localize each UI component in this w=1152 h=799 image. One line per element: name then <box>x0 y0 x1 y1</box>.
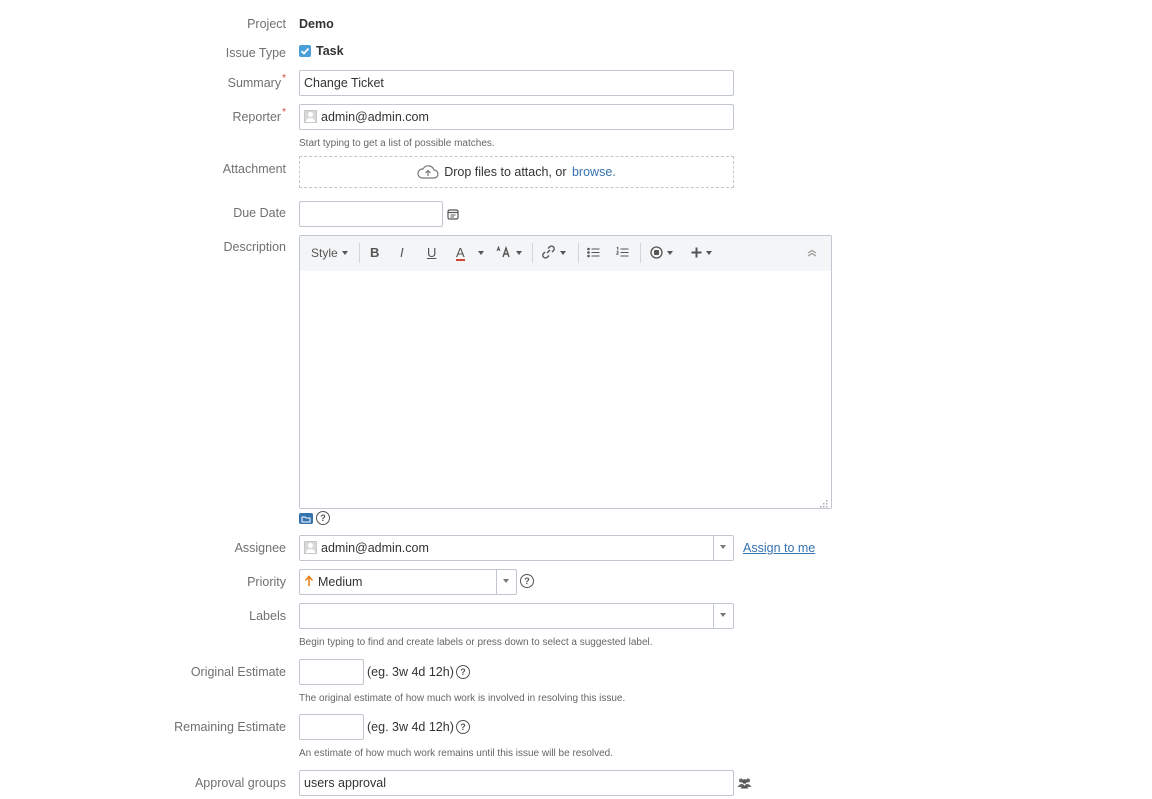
editor-toolbar: Style B I U A <box>300 236 831 272</box>
emoticon-icon <box>650 238 663 259</box>
original-estimate-help-icon[interactable]: ? <box>456 665 470 679</box>
assignee-select[interactable]: admin@admin.com <box>299 535 734 561</box>
style-dropdown[interactable]: Style <box>311 236 348 270</box>
labels-label: Labels <box>249 609 286 623</box>
remaining-estimate-help: An estimate of how much work remains unt… <box>299 748 614 759</box>
priority-value: Medium <box>318 575 363 589</box>
wiki-renderer-icon[interactable] <box>299 513 313 524</box>
remaining-estimate-hint: (eg. 3w 4d 12h) <box>367 720 454 734</box>
numbered-list-icon <box>615 237 629 257</box>
original-estimate-help: The original estimate of how much work i… <box>299 693 626 704</box>
assign-to-me-link[interactable]: Assign to me <box>743 541 815 555</box>
approval-groups-label: Approval groups <box>194 776 286 790</box>
labels-dropdown-icon[interactable] <box>713 604 733 628</box>
reporter-avatar <box>304 110 317 123</box>
description-help-icon[interactable]: ? <box>316 511 330 525</box>
insert-more-button[interactable] <box>691 236 712 270</box>
description-textarea[interactable] <box>300 271 831 508</box>
original-estimate-hint: (eg. 3w 4d 12h) <box>367 665 454 679</box>
issue-type-label: Issue Type <box>225 46 286 60</box>
priority-arrow-up-icon <box>304 571 314 586</box>
group-picker-icon[interactable] <box>737 777 752 789</box>
priority-label: Priority <box>247 575 286 589</box>
issue-type-value: Task <box>299 44 344 58</box>
labels-input[interactable] <box>299 603 734 629</box>
remaining-estimate-input[interactable] <box>299 714 364 740</box>
text-size-icon <box>496 237 512 258</box>
link-icon <box>541 238 556 259</box>
remaining-estimate-help-icon[interactable]: ? <box>456 720 470 734</box>
browse-link[interactable]: browse. <box>572 165 616 179</box>
summary-label: Summary* <box>227 73 286 90</box>
project-value: Demo <box>299 17 334 31</box>
bullet-list-button[interactable] <box>587 236 600 270</box>
resize-handle-icon[interactable] <box>819 496 828 508</box>
bullet-list-icon <box>587 237 600 258</box>
summary-required-mark: * <box>282 73 286 84</box>
attachment-drop-text: Drop files to attach, or <box>444 165 567 179</box>
text-color-button[interactable]: A <box>456 236 465 270</box>
original-estimate-label: Original Estimate <box>190 665 286 679</box>
link-button[interactable] <box>541 236 566 270</box>
due-date-input[interactable] <box>299 201 443 227</box>
collapse-toolbar-button[interactable] <box>807 236 817 270</box>
description-label: Description <box>223 240 286 254</box>
reporter-input[interactable]: admin@admin.com <box>299 104 734 130</box>
reporter-value: admin@admin.com <box>321 110 429 124</box>
task-icon <box>299 45 311 57</box>
assignee-avatar <box>304 541 317 554</box>
numbered-list-button[interactable] <box>615 236 629 270</box>
text-color-dropdown[interactable] <box>478 236 484 270</box>
emoticon-button[interactable] <box>650 236 673 270</box>
labels-help: Begin typing to find and create labels o… <box>299 637 653 648</box>
reporter-required-mark: * <box>282 107 286 118</box>
double-chevron-up-icon <box>807 236 817 257</box>
assignee-label: Assignee <box>234 541 286 555</box>
original-estimate-input[interactable] <box>299 659 364 685</box>
remaining-estimate-label: Remaining Estimate <box>174 720 286 734</box>
description-editor: Style B I U A <box>299 235 832 509</box>
bold-button[interactable]: B <box>370 236 379 270</box>
underline-button[interactable]: U <box>427 236 436 270</box>
calendar-icon[interactable] <box>447 208 459 220</box>
cloud-upload-icon <box>417 164 439 180</box>
priority-select[interactable]: Medium <box>299 569 517 595</box>
project-label: Project <box>247 17 286 31</box>
attachment-label: Attachment <box>222 162 286 176</box>
priority-dropdown-icon[interactable] <box>496 570 516 594</box>
assignee-dropdown-icon[interactable] <box>713 536 733 560</box>
summary-input[interactable]: Change Ticket <box>299 70 734 96</box>
reporter-label: Reporter* <box>232 107 286 124</box>
plus-icon <box>691 237 702 258</box>
issue-type-text: Task <box>316 44 344 58</box>
italic-button[interactable]: I <box>400 236 404 270</box>
due-date-label: Due Date <box>233 206 286 220</box>
attachment-dropzone[interactable]: Drop files to attach, or browse. <box>299 156 734 188</box>
approval-groups-input[interactable]: users approval <box>299 770 734 796</box>
assignee-value: admin@admin.com <box>321 541 429 555</box>
priority-help-icon[interactable]: ? <box>520 574 534 588</box>
reporter-help: Start typing to get a list of possible m… <box>299 138 495 149</box>
text-size-button[interactable] <box>496 236 522 270</box>
